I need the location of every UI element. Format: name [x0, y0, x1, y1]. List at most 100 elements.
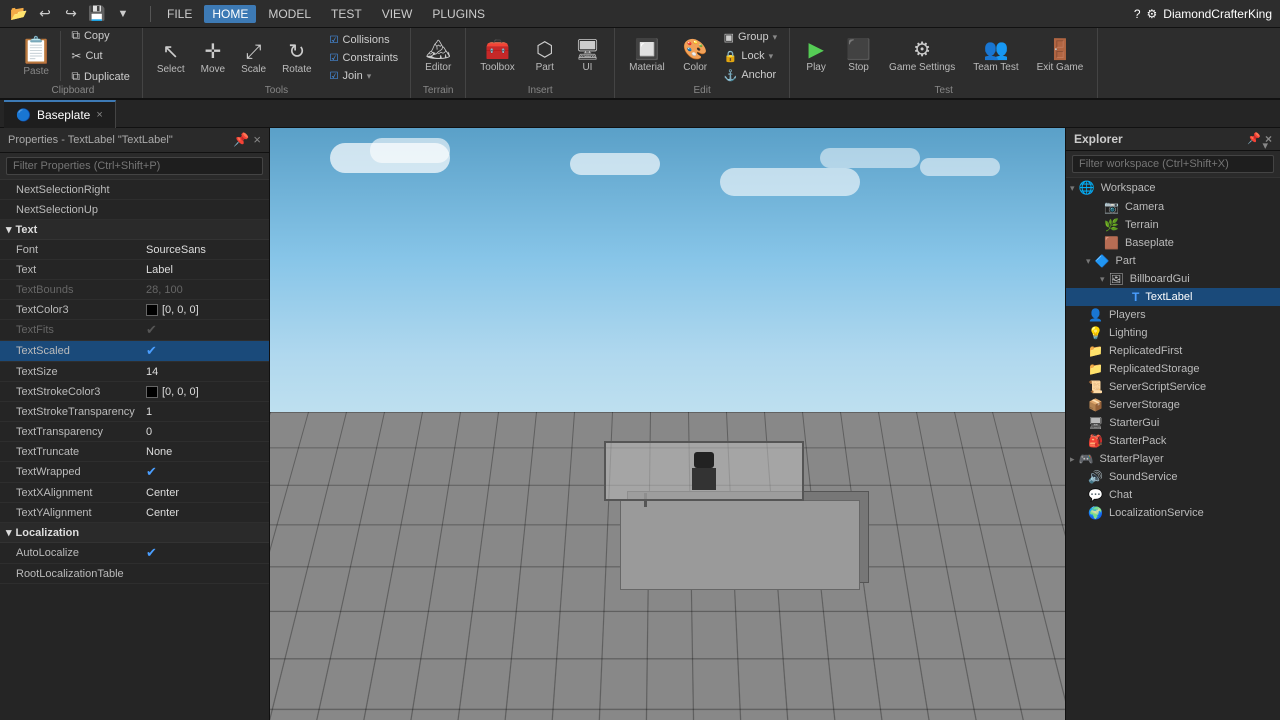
prop-row-nextselright: NextSelectionRight: [0, 180, 269, 200]
gamesettings-button[interactable]: ⚙ Game Settings: [883, 36, 961, 77]
separator-1: [150, 6, 151, 22]
properties-filter-input[interactable]: [6, 157, 263, 175]
3d-box: [620, 500, 860, 590]
tree-replicatedstorage[interactable]: 📁 ReplicatedStorage: [1066, 360, 1280, 378]
material-button[interactable]: 🔲 Material: [623, 36, 671, 77]
open-file-icon[interactable]: 📂: [8, 3, 30, 25]
teamtest-button[interactable]: 👥 Team Test: [967, 36, 1024, 77]
prop-val-texttruncate[interactable]: None: [146, 446, 261, 458]
undo-icon[interactable]: ↩: [34, 3, 56, 25]
collisions-button[interactable]: ☑ Collisions: [326, 32, 403, 48]
part-button[interactable]: ⬡ Part: [527, 36, 563, 77]
tree-localizationservice[interactable]: 🌍 LocalizationService: [1066, 504, 1280, 522]
scale-button[interactable]: ⤢ Scale: [235, 38, 272, 79]
tree-serverstorage[interactable]: 📦 ServerStorage: [1066, 396, 1280, 414]
startergui-icon: 🖥: [1088, 416, 1103, 430]
billboard-label: BillboardGui: [1130, 273, 1190, 285]
tree-camera[interactable]: 📷 Camera: [1066, 198, 1280, 216]
tree-textlabel[interactable]: T TextLabel: [1066, 288, 1280, 306]
tree-billboardgui[interactable]: ▾ 🖼 BillboardGui: [1066, 270, 1280, 288]
toolbox-button[interactable]: 🧰 Toolbox: [474, 36, 520, 77]
tree-starterplayer[interactable]: ▸ 🎮 StarterPlayer: [1066, 450, 1280, 468]
explorer-filter-input[interactable]: [1072, 155, 1274, 173]
save-icon[interactable]: 💾: [86, 3, 108, 25]
move-button[interactable]: ✛ Move: [195, 38, 231, 79]
publish-icon[interactable]: ▼: [112, 3, 134, 25]
ui-button[interactable]: 🖥 UI: [569, 36, 606, 77]
tree-startergui[interactable]: 🖥 StarterGui: [1066, 414, 1280, 432]
menu-view[interactable]: VIEW: [374, 5, 421, 23]
settings-icon[interactable]: ⚙: [1147, 7, 1158, 21]
viewport-canvas: [270, 128, 1065, 720]
prop-row-text: Text Label: [0, 260, 269, 280]
prop-val-autolocalize[interactable]: ✔: [146, 545, 261, 561]
duplicate-icon: ⧉: [71, 69, 80, 84]
viewport[interactable]: [270, 128, 1065, 720]
tools-label: Tools: [143, 85, 410, 96]
editor-button[interactable]: 🏔 Editor: [419, 36, 457, 77]
tab-baseplate[interactable]: 🔵 Baseplate ×: [4, 100, 116, 128]
help-icon[interactable]: ?: [1134, 7, 1141, 21]
explorer-pin-icon[interactable]: 📌: [1247, 132, 1261, 146]
prop-val-textyalignment[interactable]: Center: [146, 507, 261, 519]
prop-val-texttransparency[interactable]: 0: [146, 426, 261, 438]
localization-section-header[interactable]: ▾ Localization: [0, 523, 269, 543]
paste-icon[interactable]: 📋: [20, 35, 52, 66]
copy-button[interactable]: ⧉Copy: [67, 26, 133, 45]
prop-val-textstrokecolor3[interactable]: [0, 0, 0]: [146, 386, 261, 398]
prop-val-textwrapped[interactable]: ✔: [146, 464, 261, 480]
cut-icon: ✂: [71, 49, 81, 63]
tree-players[interactable]: 👤 Players: [1066, 306, 1280, 324]
menu-home[interactable]: HOME: [204, 5, 256, 23]
exitgame-button[interactable]: 🚪 Exit Game: [1031, 36, 1090, 77]
tree-soundservice[interactable]: 🔊 SoundService: [1066, 468, 1280, 486]
prop-val-textsize[interactable]: 14: [146, 366, 261, 378]
prop-val-textbounds[interactable]: 28, 100: [146, 284, 261, 296]
text-section-header[interactable]: ▾ Text: [0, 220, 269, 240]
explorer-header-icons: 📌 ×: [1247, 132, 1272, 146]
prop-row-textscaled[interactable]: TextScaled ✔: [0, 341, 269, 362]
main-content: Properties - TextLabel "TextLabel" 📌 × ▾…: [0, 128, 1280, 720]
group-button[interactable]: ▣ Group ▾: [720, 29, 782, 46]
tree-serverscriptservice[interactable]: 📜 ServerScriptService: [1066, 378, 1280, 396]
menu-plugins[interactable]: PLUGINS: [424, 5, 493, 23]
select-button[interactable]: ↖ Select: [151, 38, 191, 79]
constraints-button[interactable]: ☑ Constraints: [326, 50, 403, 66]
lock-button[interactable]: 🔒 Lock ▾: [720, 48, 782, 65]
tab-baseplate-close[interactable]: ×: [96, 109, 102, 121]
prop-val-font[interactable]: SourceSans: [146, 244, 261, 256]
duplicate-button[interactable]: ⧉Duplicate: [67, 67, 133, 86]
cut-button[interactable]: ✂Cut: [67, 47, 133, 65]
prop-val-textcolor3[interactable]: [0, 0, 0]: [146, 304, 261, 316]
tab-baseplate-label: Baseplate: [37, 108, 90, 122]
tree-replicatedfirst[interactable]: 📁 ReplicatedFirst: [1066, 342, 1280, 360]
tree-starterpack[interactable]: 🎒 StarterPack: [1066, 432, 1280, 450]
rotate-button[interactable]: ↻ Rotate: [276, 38, 317, 79]
play-button[interactable]: ▶ Play: [798, 36, 834, 77]
prop-val-text[interactable]: Label: [146, 264, 261, 276]
anchor-button[interactable]: ⚓ Anchor: [720, 67, 782, 84]
paste-label: Paste: [23, 66, 49, 77]
color-button[interactable]: 🎨 Color: [677, 36, 714, 77]
menu-test[interactable]: TEST: [323, 5, 370, 23]
prop-val-textxalignment[interactable]: Center: [146, 487, 261, 499]
redo-icon[interactable]: ↪: [60, 3, 82, 25]
join-button[interactable]: ☑ Join ▾: [326, 68, 403, 84]
prop-val-textfits[interactable]: ✔: [146, 322, 261, 338]
menu-model[interactable]: MODEL: [260, 5, 319, 23]
properties-pin-icon[interactable]: 📌: [233, 132, 249, 148]
tree-lighting[interactable]: 💡 Lighting: [1066, 324, 1280, 342]
stop-button[interactable]: ⬛ Stop: [840, 36, 877, 77]
text-section-label: Text: [16, 224, 38, 236]
billboard-icon: 🖼: [1109, 272, 1124, 286]
filter-dropdown-icon[interactable]: ▾: [1262, 139, 1268, 152]
menu-file[interactable]: FILE: [159, 5, 200, 23]
tree-baseplate[interactable]: 🟫 Baseplate: [1066, 234, 1280, 252]
prop-val-textstroketransparency[interactable]: 1: [146, 406, 261, 418]
tree-chat[interactable]: 💬 Chat: [1066, 486, 1280, 504]
tree-workspace[interactable]: ▾ 🌐 Workspace: [1066, 178, 1280, 198]
tree-terrain[interactable]: 🌿 Terrain: [1066, 216, 1280, 234]
replicatedfirst-icon: 📁: [1088, 344, 1103, 358]
tree-part[interactable]: ▾ 🔷 Part: [1066, 252, 1280, 270]
properties-close-icon[interactable]: ×: [253, 132, 261, 148]
